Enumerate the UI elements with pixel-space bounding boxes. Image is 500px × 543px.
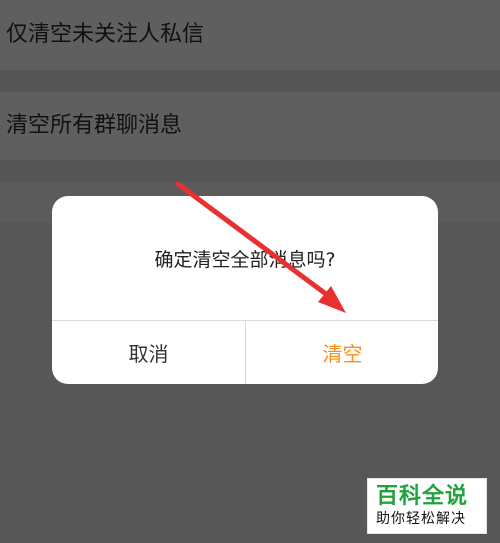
clear-button[interactable]: 清空 (246, 321, 438, 384)
watermark-logo: 百科全说 助你轻松解决 (367, 478, 487, 534)
cancel-button[interactable]: 取消 (52, 321, 245, 384)
list-item-label: 清空所有群聊消息 (6, 113, 183, 138)
confirm-dialog: 确定清空全部消息吗? 取消 清空 (52, 196, 438, 384)
list-divider-band (0, 160, 500, 182)
list-item-clear-unfollowed-private-messages[interactable]: 仅清空未关注人私信 (0, 0, 500, 70)
watermark-title: 百科全说 (376, 484, 469, 509)
list-item-label: 仅清空未关注人私信 (6, 22, 205, 47)
dialog-message: 确定清空全部消息吗? (154, 248, 336, 271)
list-divider-band (0, 70, 500, 92)
watermark-subtitle: 助你轻松解决 (376, 511, 466, 527)
list-item-clear-group-chat-messages[interactable]: 清空所有群聊消息 (0, 92, 500, 160)
